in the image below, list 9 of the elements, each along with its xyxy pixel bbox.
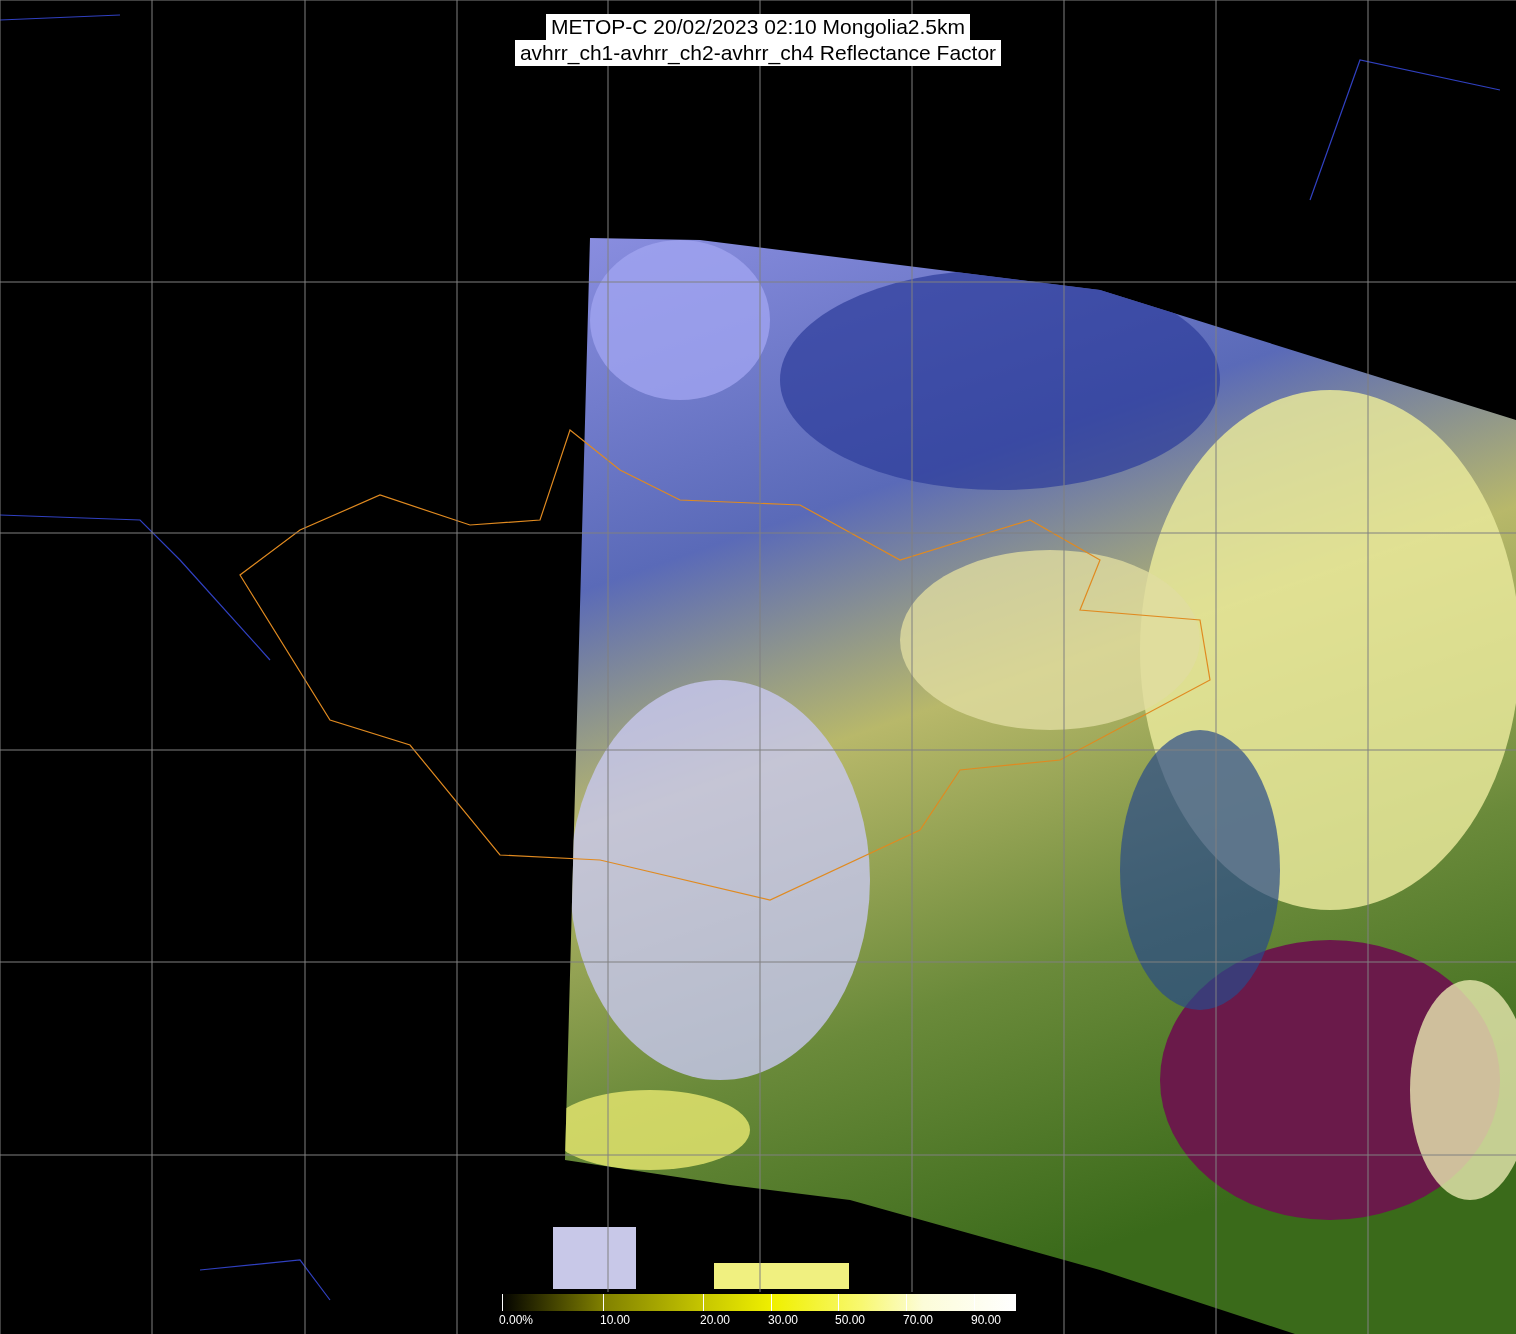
- scale-label: 20.00: [700, 1313, 731, 1327]
- scale-label: 50.00: [835, 1313, 866, 1327]
- scale-label: 90.00: [971, 1313, 1002, 1327]
- scale-label: 10.00: [600, 1313, 631, 1327]
- scale-label: 30.00: [768, 1313, 799, 1327]
- scale-label: 70.00: [903, 1313, 934, 1327]
- map-title: avhrr_ch1-avhrr_ch2-avhrr_ch4 Reflectance Factor: [514, 40, 1002, 66]
- scale-label: 0.00%: [499, 1313, 534, 1327]
- map-title: METOP-C 20/02/2023 02:10 Mongolia2.5km: [546, 14, 970, 40]
